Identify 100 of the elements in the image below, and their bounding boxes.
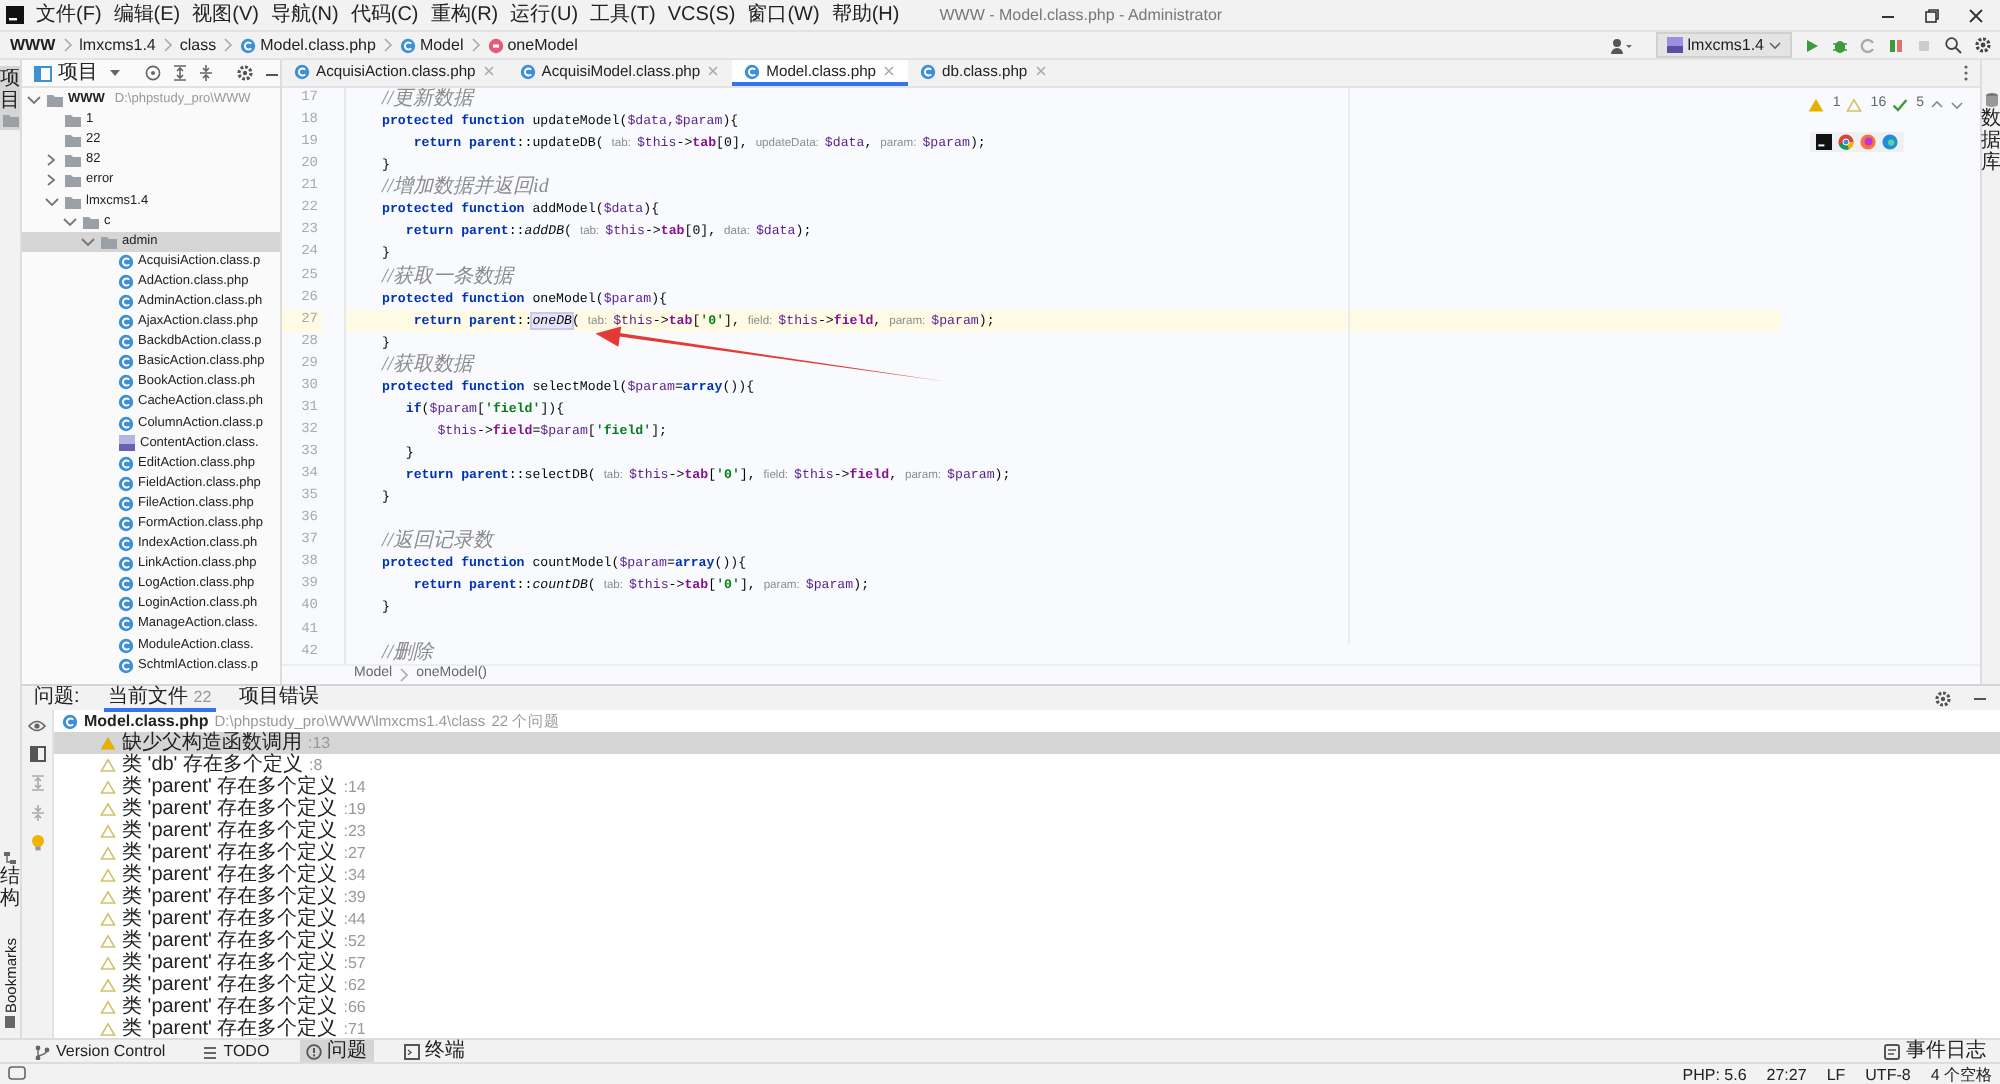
tool-window-button[interactable]: TODO: [195, 1039, 276, 1063]
code-line: //获取一条数据: [379, 265, 517, 288]
search-icon[interactable]: [1944, 36, 1962, 54]
chevron-icon[interactable]: [80, 233, 96, 250]
status-item[interactable]: LF: [1826, 1063, 1846, 1084]
app-logo-icon: [6, 6, 24, 24]
class-file-icon: [118, 314, 134, 331]
panel-title[interactable]: 项目: [58, 61, 98, 85]
php-file-icon: [118, 434, 136, 453]
tool-window-button[interactable]: Version Control: [28, 1039, 172, 1063]
breadcrumb-item[interactable]: class: [179, 35, 217, 55]
caret-icon[interactable]: [108, 66, 122, 80]
class-file-icon: [118, 273, 134, 290]
menu-item[interactable]: 导航(N): [270, 2, 339, 28]
status-icon[interactable]: [8, 1066, 26, 1082]
browser-icon[interactable]: [1838, 134, 1854, 150]
settings-icon[interactable]: [1974, 36, 1992, 54]
code-line: //获取数据: [379, 353, 477, 376]
bug-icon[interactable]: [1832, 37, 1848, 53]
problem-item[interactable]: 类 'parent' 存在多个定义 :44: [54, 908, 2000, 930]
class-file-icon: [294, 63, 310, 79]
chevron-icon[interactable]: [62, 213, 78, 230]
problem-item[interactable]: 类 'parent' 存在多个定义 :52: [54, 930, 2000, 952]
ide-icon[interactable]: [1816, 134, 1832, 150]
run-icon[interactable]: [1804, 37, 1820, 53]
breadcrumb-item[interactable]: WWW: [10, 35, 56, 55]
list-icon: [201, 1043, 218, 1059]
problem-item[interactable]: 类 'parent' 存在多个定义 :23: [54, 820, 2000, 842]
settings-icon[interactable]: [1934, 689, 1952, 707]
menu-item[interactable]: 重构(R): [430, 2, 499, 28]
problem-item[interactable]: 类 'parent' 存在多个定义 :14: [54, 776, 2000, 798]
run-config-dropdown[interactable]: lmxcms1.4: [1655, 31, 1792, 59]
status-item[interactable]: 4 个空格: [1930, 1063, 1992, 1084]
chevron-down-icon[interactable]: [1950, 97, 1964, 112]
problem-item[interactable]: 类 'parent' 存在多个定义 :66: [54, 996, 2000, 1018]
problem-item[interactable]: 类 'parent' 存在多个定义 :57: [54, 952, 2000, 974]
problem-item[interactable]: 类 'parent' 存在多个定义 :62: [54, 974, 2000, 996]
settings-icon[interactable]: [236, 64, 254, 82]
locate-icon[interactable]: [144, 64, 163, 82]
profiler-icon[interactable]: [1888, 37, 1904, 53]
panel-tab[interactable]: 项目错误: [235, 685, 324, 711]
chevron-icon: [161, 36, 174, 54]
panel-tab[interactable]: 当前文件 22: [103, 685, 216, 711]
problem-item[interactable]: 类 'parent' 存在多个定义 :19: [54, 798, 2000, 820]
breadcrumb-item[interactable]: oneModel: [487, 35, 578, 55]
class-file-icon: [519, 63, 536, 79]
problem-item[interactable]: 类 'parent' 存在多个定义 :71: [54, 1018, 2000, 1038]
user-icon[interactable]: [1609, 37, 1632, 53]
chevron-icon[interactable]: [44, 172, 60, 189]
menu-item[interactable]: 代码(C): [350, 2, 419, 28]
class-file-icon: [118, 354, 134, 371]
menu-item[interactable]: 帮助(H): [831, 2, 900, 28]
database-icon: [1983, 92, 1999, 108]
menu-item[interactable]: 编辑(E): [113, 2, 181, 28]
menu-item[interactable]: VCS(S): [667, 2, 736, 28]
folder-icon: [1, 112, 19, 128]
status-item[interactable]: 27:27: [1766, 1063, 1807, 1084]
status-item[interactable]: UTF-8: [1865, 1063, 1911, 1084]
menu-item[interactable]: 窗口(W): [747, 2, 820, 28]
tool-window-button[interactable]: 终端: [397, 1039, 472, 1063]
menu-item[interactable]: 运行(U): [510, 2, 579, 28]
chevron-up-icon[interactable]: [1930, 97, 1944, 112]
problem-item[interactable]: 类 'db' 存在多个定义 :8: [54, 754, 2000, 776]
event-log-button[interactable]: 事件日志: [1878, 1039, 1992, 1063]
collapse-all-icon[interactable]: [198, 64, 215, 82]
restore-icon[interactable]: [1924, 7, 1940, 23]
more-icon[interactable]: [1960, 64, 1972, 82]
menu-item[interactable]: 工具(T): [590, 2, 656, 28]
structure-icon: [2, 850, 18, 867]
bulb-icon[interactable]: [29, 834, 45, 852]
chevron-icon[interactable]: [44, 193, 60, 210]
problem-item[interactable]: 类 'parent' 存在多个定义 :39: [54, 886, 2000, 908]
breadcrumb-item[interactable]: lmxcms1.4: [79, 35, 156, 55]
chevron-icon: [222, 36, 235, 54]
window-title: WWW - Model.class.php - Administrator: [939, 5, 1223, 25]
chevron-icon[interactable]: [26, 92, 42, 109]
expand-all-icon[interactable]: [172, 64, 189, 82]
class-file-icon: [118, 495, 134, 512]
problem-item[interactable]: 类 'parent' 存在多个定义 :34: [54, 864, 2000, 886]
breadcrumb-item[interactable]: Model: [399, 35, 464, 55]
caret-icon: [1768, 38, 1782, 52]
tool-window-label[interactable]: 结构: [0, 866, 20, 911]
problem-item[interactable]: 缺少父构造函数调用 :13: [54, 732, 2000, 754]
warning-icon: [1808, 97, 1825, 112]
tool-window-label[interactable]: 数据库: [1981, 108, 2000, 174]
breadcrumb-item[interactable]: Model.class.php: [240, 35, 376, 55]
class-file-icon: [118, 657, 134, 674]
close-icon[interactable]: [1968, 7, 1984, 23]
eye-icon[interactable]: [28, 718, 46, 734]
problems-icon: [305, 1043, 322, 1059]
branch-icon: [34, 1043, 50, 1059]
tool-window-button[interactable]: 问题: [299, 1039, 374, 1063]
status-item[interactable]: PHP: 5.6: [1682, 1063, 1747, 1084]
class-file-icon: [62, 713, 78, 729]
problem-item[interactable]: 类 'parent' 存在多个定义 :27: [54, 842, 2000, 864]
preview-icon[interactable]: [29, 746, 45, 762]
menu-item[interactable]: 视图(V): [192, 2, 259, 28]
menu-item[interactable]: 文件(F): [36, 2, 102, 28]
chevron-icon[interactable]: [44, 152, 60, 169]
class-file-icon: [118, 415, 134, 432]
